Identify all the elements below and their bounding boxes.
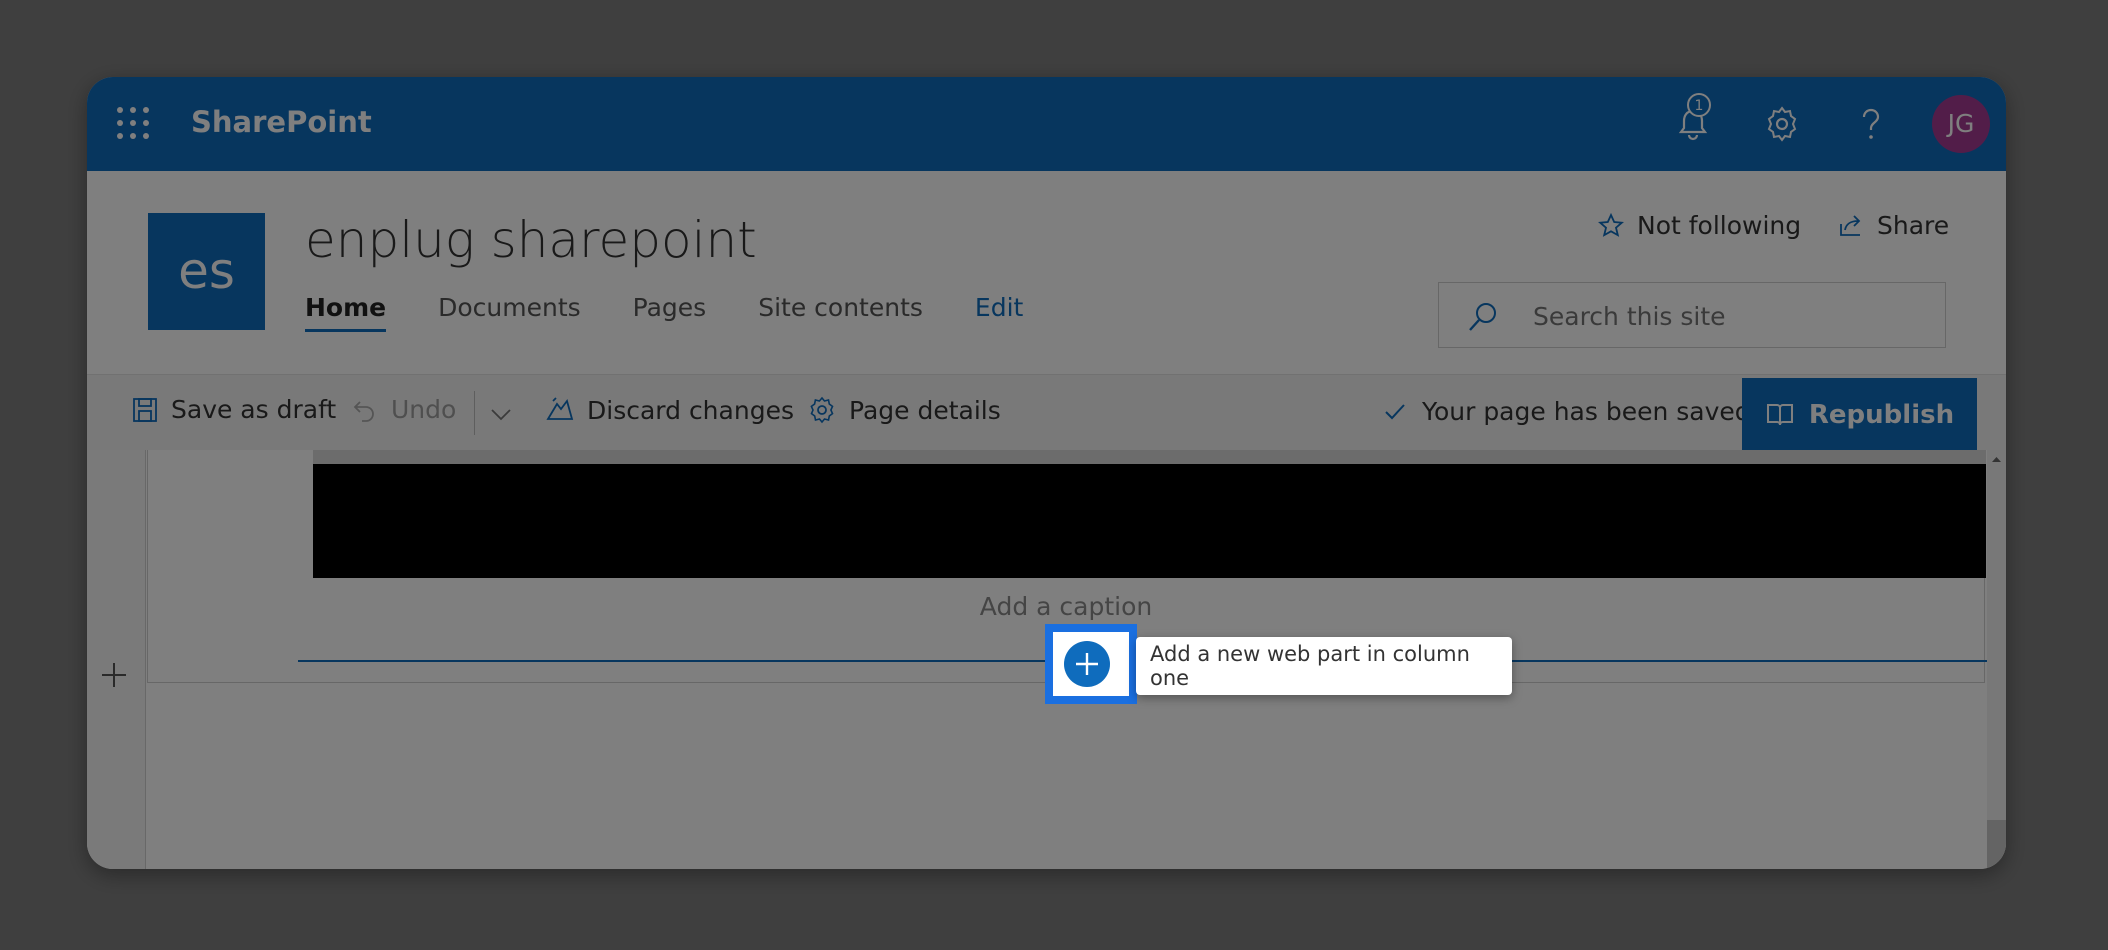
- nav-site-contents[interactable]: Site contents: [758, 293, 923, 332]
- help-icon[interactable]: [1851, 104, 1891, 144]
- discard-changes-button[interactable]: Discard changes: [545, 395, 794, 425]
- app-title[interactable]: SharePoint: [191, 105, 372, 139]
- undo-button[interactable]: Undo: [351, 395, 456, 424]
- page-details-button[interactable]: Page details: [807, 395, 1001, 425]
- image-caption[interactable]: Add a caption: [148, 592, 1984, 621]
- suite-bar: SharePoint 1 JG: [87, 77, 2006, 171]
- search-input[interactable]: [1531, 297, 1915, 335]
- app-launcher-icon[interactable]: [117, 107, 149, 139]
- follow-label: Not following: [1637, 211, 1802, 240]
- republish-label: Republish: [1808, 400, 1955, 430]
- share-button[interactable]: Share: [1837, 211, 1949, 240]
- discard-label: Discard changes: [587, 395, 794, 425]
- site-header: es enplug sharepoint Home Documents Page…: [87, 171, 2006, 374]
- site-navigation: Home Documents Pages Site contents Edit: [305, 293, 1023, 332]
- star-icon: [1598, 212, 1624, 237]
- nav-pages[interactable]: Pages: [633, 293, 707, 332]
- sharepoint-window: SharePoint 1 JG es enplug sharepoint Hom…: [87, 77, 2006, 869]
- share-icon: [1840, 214, 1861, 236]
- discard-icon: [546, 397, 574, 420]
- book-icon: [1766, 404, 1793, 426]
- checkmark-icon: [1385, 403, 1405, 419]
- settings-icon: [810, 396, 834, 424]
- gear-icon[interactable]: [1762, 104, 1802, 144]
- command-bar: Save as draft Undo Discard changes Page …: [87, 374, 2006, 452]
- add-section-icon[interactable]: [99, 660, 129, 690]
- site-title[interactable]: enplug sharepoint: [305, 211, 757, 269]
- nav-documents[interactable]: Documents: [438, 293, 581, 332]
- save-status-text: Your page has been saved: [1422, 397, 1751, 426]
- scroll-thumb[interactable]: [1987, 820, 2006, 869]
- search-icon: [1469, 303, 1496, 331]
- image-toolbar: [313, 450, 1986, 464]
- nav-home[interactable]: Home: [305, 293, 387, 332]
- save-icon: [133, 397, 157, 422]
- site-logo[interactable]: es: [148, 213, 265, 330]
- undo-icon: [353, 400, 374, 422]
- avatar[interactable]: JG: [1932, 95, 1990, 153]
- plus-icon: [1076, 653, 1098, 675]
- command-divider: [474, 391, 475, 435]
- notification-badge: 1: [1687, 93, 1711, 117]
- add-web-part-tooltip: Add a new web part in column one: [1136, 637, 1512, 695]
- chevron-down-icon[interactable]: [488, 401, 514, 427]
- add-web-part-button[interactable]: [1064, 641, 1110, 687]
- save-draft-button[interactable]: Save as draft: [131, 395, 336, 424]
- save-status: Your page has been saved: [1382, 397, 1751, 426]
- site-search[interactable]: [1438, 282, 1946, 348]
- save-draft-label: Save as draft: [171, 395, 337, 424]
- undo-label: Undo: [391, 395, 457, 424]
- follow-button[interactable]: Not following: [1597, 211, 1801, 240]
- nav-edit[interactable]: Edit: [975, 293, 1023, 332]
- image-web-part[interactable]: [313, 464, 1986, 578]
- share-label: Share: [1877, 211, 1950, 240]
- vertical-scrollbar[interactable]: [1987, 450, 2006, 869]
- page-details-label: Page details: [849, 395, 1001, 425]
- scroll-up-arrow-icon[interactable]: [1987, 450, 2006, 469]
- republish-button[interactable]: Republish: [1742, 378, 1977, 452]
